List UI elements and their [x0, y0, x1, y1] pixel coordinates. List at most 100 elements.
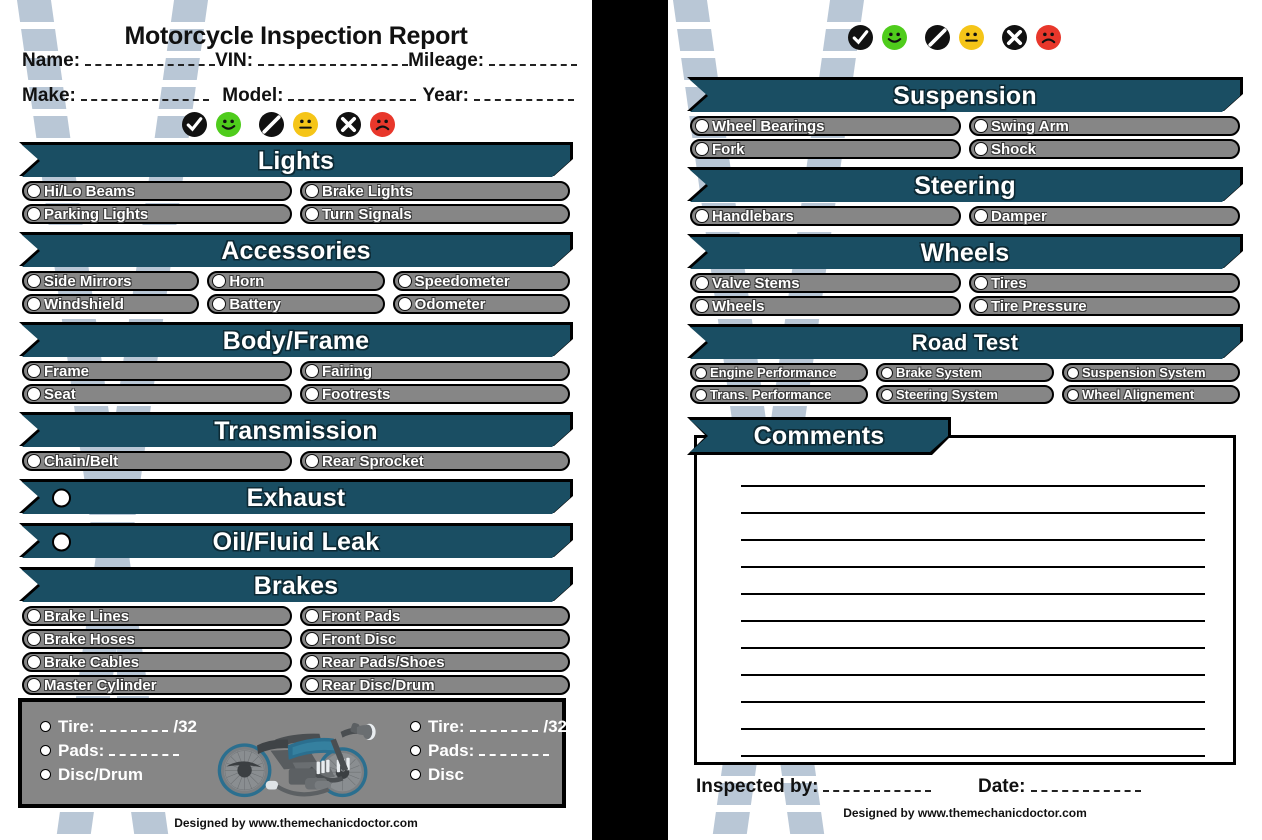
pads-blank-left[interactable]: [109, 743, 180, 756]
checkbox-icon[interactable]: [695, 142, 709, 156]
checklist-item-brake-system[interactable]: Brake System: [876, 363, 1054, 382]
checklist-item-rear-pads-shoes[interactable]: Rear Pads/Shoes: [300, 652, 570, 672]
tire-blank-left[interactable]: [99, 719, 169, 732]
checklist-item-brake-cables[interactable]: Brake Cables: [22, 652, 292, 672]
pads-left[interactable]: Pads:: [40, 741, 197, 761]
comment-line[interactable]: [741, 676, 1205, 703]
checkbox-icon[interactable]: [305, 207, 319, 221]
checkbox-exhaust[interactable]: [52, 489, 71, 508]
checkbox-icon[interactable]: [695, 299, 709, 313]
checklist-item-battery[interactable]: Battery: [207, 294, 385, 314]
checklist-item-damper[interactable]: Damper: [969, 206, 1240, 226]
checkbox-icon[interactable]: [1067, 366, 1079, 379]
checklist-item-rear-disc-drum[interactable]: Rear Disc/Drum: [300, 675, 570, 695]
checklist-item-hi-lo-beams[interactable]: Hi/Lo Beams: [22, 181, 292, 201]
checklist-item-front-pads[interactable]: Front Pads: [300, 606, 570, 626]
comment-line[interactable]: [741, 514, 1205, 541]
checklist-item-shock[interactable]: Shock: [969, 139, 1240, 159]
name-field[interactable]: Name:: [22, 50, 216, 72]
checkbox-icon[interactable]: [695, 119, 709, 133]
checkbox-icon[interactable]: [695, 366, 707, 379]
year-blank[interactable]: [473, 86, 574, 101]
checklist-item-brake-lines[interactable]: Brake Lines: [22, 606, 292, 626]
year-field[interactable]: Year:: [423, 85, 574, 107]
checkbox-icon[interactable]: [27, 678, 41, 692]
checkbox-icon[interactable]: [881, 388, 893, 401]
checklist-item-brake-lights[interactable]: Brake Lights: [300, 181, 570, 201]
checkbox-icon[interactable]: [695, 388, 707, 401]
checkbox-icon[interactable]: [27, 655, 41, 669]
checklist-item-footrests[interactable]: Footrests: [300, 384, 570, 404]
checkbox-icon[interactable]: [27, 297, 41, 311]
checklist-item-turn-signals[interactable]: Turn Signals: [300, 204, 570, 224]
checkbox-icon[interactable]: [305, 609, 319, 623]
checkbox-icon[interactable]: [974, 299, 988, 313]
inspected-by-blank[interactable]: [823, 777, 932, 792]
checklist-item-fairing[interactable]: Fairing: [300, 361, 570, 381]
checklist-item-side-mirrors[interactable]: Side Mirrors: [22, 271, 200, 291]
comment-line[interactable]: [741, 595, 1205, 622]
comment-line[interactable]: [741, 622, 1205, 649]
date-field[interactable]: Date:: [956, 776, 1236, 798]
checklist-item-windshield[interactable]: Windshield: [22, 294, 200, 314]
checkbox-icon[interactable]: [881, 366, 893, 379]
checkbox-icon[interactable]: [27, 184, 41, 198]
checklist-item-odometer[interactable]: Odometer: [392, 294, 570, 314]
checkbox-icon[interactable]: [397, 297, 412, 311]
checkbox-icon[interactable]: [27, 207, 41, 221]
checklist-item-master-cylinder[interactable]: Master Cylinder: [22, 675, 292, 695]
checkbox-icon[interactable]: [27, 364, 41, 378]
comment-line[interactable]: [741, 487, 1205, 514]
checkbox-icon[interactable]: [212, 274, 227, 288]
checkbox-oil-fluid-leak[interactable]: [52, 533, 71, 552]
checklist-item-wheel-alignement[interactable]: Wheel Alignement: [1062, 385, 1240, 404]
checklist-item-chain-belt[interactable]: Chain/Belt: [22, 451, 292, 471]
checkbox-icon[interactable]: [305, 655, 319, 669]
comment-line[interactable]: [741, 730, 1205, 757]
checkbox-icon[interactable]: [974, 119, 988, 133]
checklist-item-valve-stems[interactable]: Valve Stems: [690, 273, 961, 293]
model-field[interactable]: Model:: [222, 85, 422, 107]
checkbox-icon[interactable]: [27, 454, 41, 468]
mileage-field[interactable]: Mileage:: [408, 50, 578, 72]
checklist-item-rear-sprocket[interactable]: Rear Sprocket: [300, 451, 570, 471]
checkbox-icon[interactable]: [305, 387, 319, 401]
checkbox-icon[interactable]: [305, 184, 319, 198]
make-blank[interactable]: [80, 86, 209, 101]
comment-line[interactable]: [741, 541, 1205, 568]
checkbox-icon[interactable]: [1067, 388, 1079, 401]
checklist-item-front-disc[interactable]: Front Disc: [300, 629, 570, 649]
checklist-item-parking-lights[interactable]: Parking Lights: [22, 204, 292, 224]
checklist-item-brake-hoses[interactable]: Brake Hoses: [22, 629, 292, 649]
checklist-item-wheels[interactable]: Wheels: [690, 296, 961, 316]
inspected-by-field[interactable]: Inspected by:: [696, 776, 956, 798]
checklist-item-tires[interactable]: Tires: [969, 273, 1240, 293]
checklist-item-tire-pressure[interactable]: Tire Pressure: [969, 296, 1240, 316]
checkbox-icon[interactable]: [695, 276, 709, 290]
pads-right[interactable]: Pads:: [410, 741, 567, 761]
comments-textarea[interactable]: [694, 435, 1236, 765]
checklist-item-steering-system[interactable]: Steering System: [876, 385, 1054, 404]
checkbox-icon[interactable]: [974, 209, 988, 223]
checkbox-icon[interactable]: [974, 276, 988, 290]
comment-line[interactable]: [741, 649, 1205, 676]
checkbox-icon[interactable]: [397, 274, 412, 288]
tire-blank-right[interactable]: [469, 719, 539, 732]
checkbox-icon[interactable]: [212, 297, 227, 311]
checklist-item-handlebars[interactable]: Handlebars: [690, 206, 961, 226]
checkbox-icon[interactable]: [27, 632, 41, 646]
pads-blank-right[interactable]: [479, 743, 550, 756]
vin-field[interactable]: VIN:: [215, 50, 409, 72]
comment-line[interactable]: [741, 703, 1205, 730]
disc-right[interactable]: Disc: [410, 765, 567, 785]
checkbox-icon[interactable]: [305, 364, 319, 378]
checkbox-icon[interactable]: [695, 209, 709, 223]
checklist-item-speedometer[interactable]: Speedometer: [392, 271, 570, 291]
mileage-blank[interactable]: [489, 51, 578, 66]
comment-line[interactable]: [741, 568, 1205, 595]
checklist-item-wheel-bearings[interactable]: Wheel Bearings: [690, 116, 961, 136]
checklist-item-trans-performance[interactable]: Trans. Performance: [690, 385, 868, 404]
checkbox-icon[interactable]: [27, 274, 41, 288]
checklist-item-seat[interactable]: Seat: [22, 384, 292, 404]
checkbox-icon[interactable]: [27, 387, 41, 401]
